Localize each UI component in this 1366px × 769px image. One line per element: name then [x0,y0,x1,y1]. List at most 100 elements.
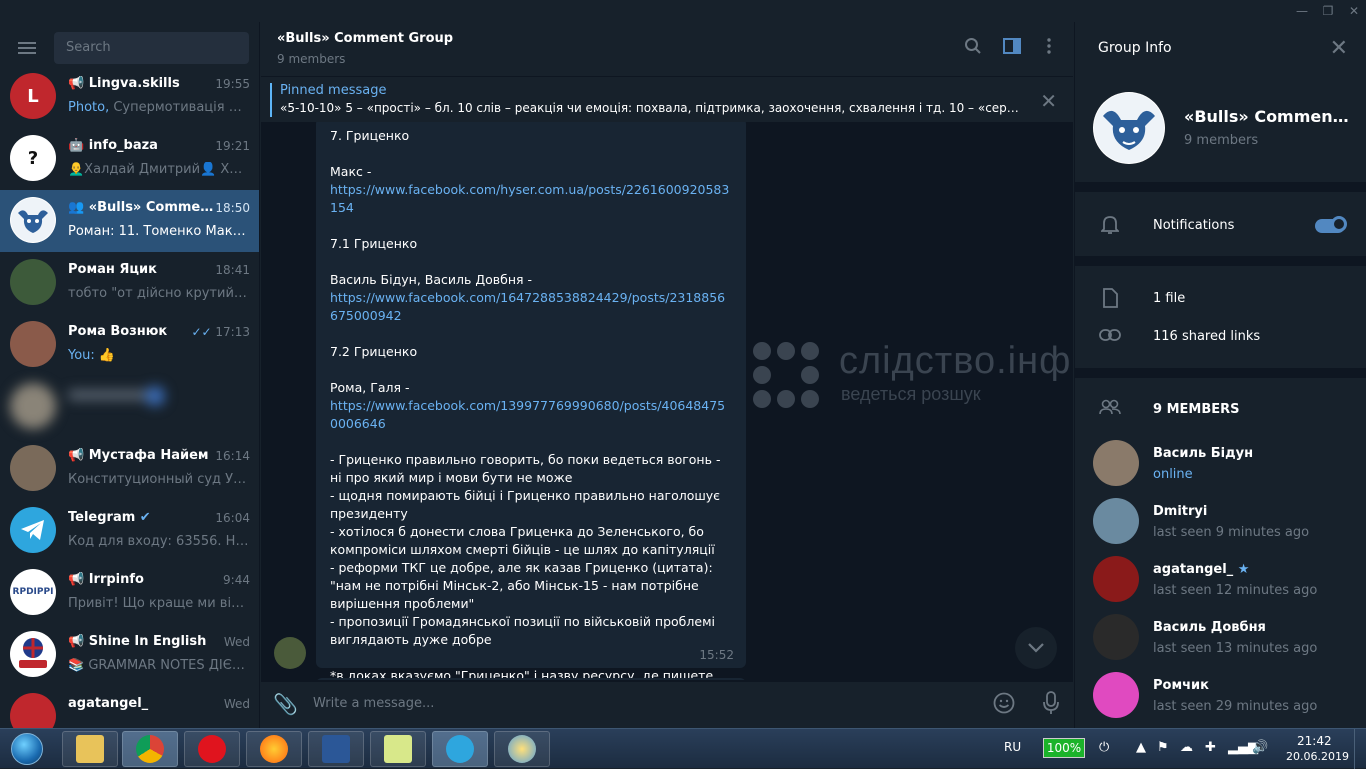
chat-name: agatangel_ [68,696,149,711]
message-link[interactable]: https://www.facebook.com/139977769990680… [330,398,725,431]
chat-item-bulls[interactable]: 👥 «Bulls» Comment ... 18:50 Роман: 11. Т… [0,190,259,252]
chat-item-mustafa[interactable]: 📢 Мустафа Найем 16:14 Конституционный су… [0,438,259,500]
next-message-bubble[interactable] [316,678,746,680]
member-item[interactable]: Dmitryi last seen 9 minutes ago [1075,498,1366,556]
message-composer: 📎 Write a message... [261,682,1073,728]
member-name: Dmitryi [1153,504,1208,519]
chat-preview: тобто "от дійсно крутий ре... [68,286,250,301]
chat-item-agatangel[interactable]: agatangel_ Wed [0,686,259,728]
notifications-row[interactable]: Notifications [1075,207,1366,245]
message-bubble[interactable]: 7. Гриценко Макс - https://www.facebook.… [316,122,746,680]
links-row[interactable]: 116 shared links [1075,318,1366,356]
bull-logo-avatar[interactable] [1093,92,1165,164]
battery-indicator[interactable]: 100% [1043,738,1085,758]
security-icon[interactable]: ✚ [1205,740,1216,755]
info-panel-toggle-icon[interactable] [1000,37,1024,61]
close-window-button[interactable]: ✕ [1344,2,1364,20]
message-time: 15:52 [699,648,734,662]
chat-item-blurred[interactable] [0,376,259,438]
chat-item-telegram[interactable]: Telegram ✔ 16:04 Код для входу: 63556. Н… [0,500,259,562]
member-item[interactable]: Ромчик last seen 29 minutes ago [1075,672,1366,728]
restore-button[interactable]: ❐ [1318,2,1338,20]
member-item[interactable]: Василь Довбня last seen 13 minutes ago [1075,614,1366,672]
message-link[interactable]: https://www.facebook.com/hyser.com.ua/po… [330,182,729,215]
chat-time: 9:44 [223,573,250,587]
bull-logo-avatar [10,197,56,243]
member-avatar [1093,672,1139,718]
scroll-down-button[interactable] [1015,627,1057,669]
taskbar-word[interactable] [308,731,364,767]
message-list[interactable]: слідство.інфо ведеться розшук 7. Гриценк… [261,122,1073,680]
taskbar-firefox[interactable] [246,731,302,767]
notifications-toggle[interactable] [1315,216,1347,233]
panel-title: Group Info [1098,40,1172,56]
chat-item-shine-in-english[interactable]: 📢 Shine In English Wed 📚 GRAMMAR NOTES Д… [0,624,259,686]
star-icon: ★ [1233,562,1250,577]
taskbar-telegram[interactable] [432,731,488,767]
show-desktop-button[interactable] [1354,729,1366,769]
taskbar-paint[interactable] [494,731,550,767]
chat-item-irrpinfo[interactable]: RPDIPPI 📢 Irrpinfo 9:44 Привіт! Що краще… [0,562,259,624]
member-status: online [1153,467,1193,482]
paperclip-icon[interactable]: 📎 [273,692,298,716]
blurred-name [68,390,148,400]
taskbar-explorer[interactable] [62,731,118,767]
emoji-icon[interactable] [993,692,1015,719]
links-label: 116 shared links [1153,329,1261,344]
member-status: last seen 9 minutes ago [1153,525,1310,540]
message-input[interactable]: Write a message... [313,696,434,711]
member-avatar [1093,614,1139,660]
megaphone-icon: 📢 [68,572,89,587]
chat-item-info-baza[interactable]: ? 🤖 info_baza 19:21 👨‍🦲Халдай Дмитрий👤 Х… [0,128,259,190]
more-options-icon[interactable] [1037,37,1061,61]
chat-list-sidebar: Search L 📢 Lingva.skills 19:55 Photo, Су… [0,22,260,728]
taskbar-chrome[interactable] [122,731,178,767]
clock-time[interactable]: 21:42 [1297,734,1332,748]
member-item[interactable]: Василь Бідун online [1075,440,1366,498]
start-button[interactable] [2,731,52,767]
chat-time: 18:50 [215,201,250,215]
clock-date[interactable]: 20.06.2019 [1286,750,1349,763]
menu-icon[interactable] [18,42,36,54]
chat-item-lingva[interactable]: L 📢 Lingva.skills 19:55 Photo, Супермоти… [0,66,259,128]
chat-name: Роман Яцик [68,262,157,277]
power-plug-icon[interactable]: ⏻ [1099,740,1109,755]
minimize-button[interactable]: — [1292,2,1312,20]
paint-icon [508,735,536,763]
member-item[interactable]: agatangel_ ★ last seen 12 minutes ago [1075,556,1366,614]
taskbar-opera[interactable] [184,731,240,767]
avatar: RPDIPPI [10,569,56,615]
message-line: Макс - [330,164,372,179]
microphone-icon[interactable] [1043,691,1059,720]
sender-avatar[interactable] [274,637,306,669]
pinned-message-bar[interactable]: Pinned message «5-10-10» 5 – «прості» – … [261,76,1073,122]
chat-title: «Bulls» Comment Group [277,31,454,46]
search-icon[interactable] [961,37,985,61]
chat-name: info_baza [88,138,158,153]
notifications-label: Notifications [1153,218,1235,233]
member-name: agatangel_ [1153,562,1234,577]
network-icon[interactable]: ☁ [1180,740,1193,755]
close-pinned-icon[interactable]: ✕ [1040,89,1057,113]
chat-item-roma-vozniuk[interactable]: Рома Вознюк ✓✓ 17:13 You: 👍 [0,314,259,376]
volume-icon[interactable]: 🔊 [1252,740,1268,755]
member-avatar [1093,556,1139,602]
files-row[interactable]: 1 file [1075,280,1366,318]
sticky-notes-icon [384,735,412,763]
avatar: L [10,73,56,119]
chat-item-roman-yatsyk[interactable]: Роман Яцик 18:41 тобто "от дійсно крутий… [0,252,259,314]
flag-icon[interactable]: ⚑ [1157,740,1169,755]
pinned-text: «5-10-10» 5 – «прості» – бл. 10 слів – р… [280,101,1020,115]
member-name: Василь Довбня [1153,620,1266,635]
chat-header[interactable]: «Bulls» Comment Group 9 members [261,22,1073,76]
taskbar-sticky-notes[interactable] [370,731,426,767]
verified-icon: ✔ [135,510,151,525]
message-link[interactable]: https://www.facebook.com/164728853882442… [330,290,725,323]
search-input[interactable]: Search [54,32,249,64]
chat-time: Wed [223,635,250,649]
language-indicator[interactable]: RU [1004,740,1021,754]
member-name: Василь Бідун [1153,446,1254,461]
close-icon[interactable]: ✕ [1330,36,1348,61]
member-status: last seen 13 minutes ago [1153,641,1318,656]
show-hidden-icons[interactable]: ▲ [1136,740,1146,755]
